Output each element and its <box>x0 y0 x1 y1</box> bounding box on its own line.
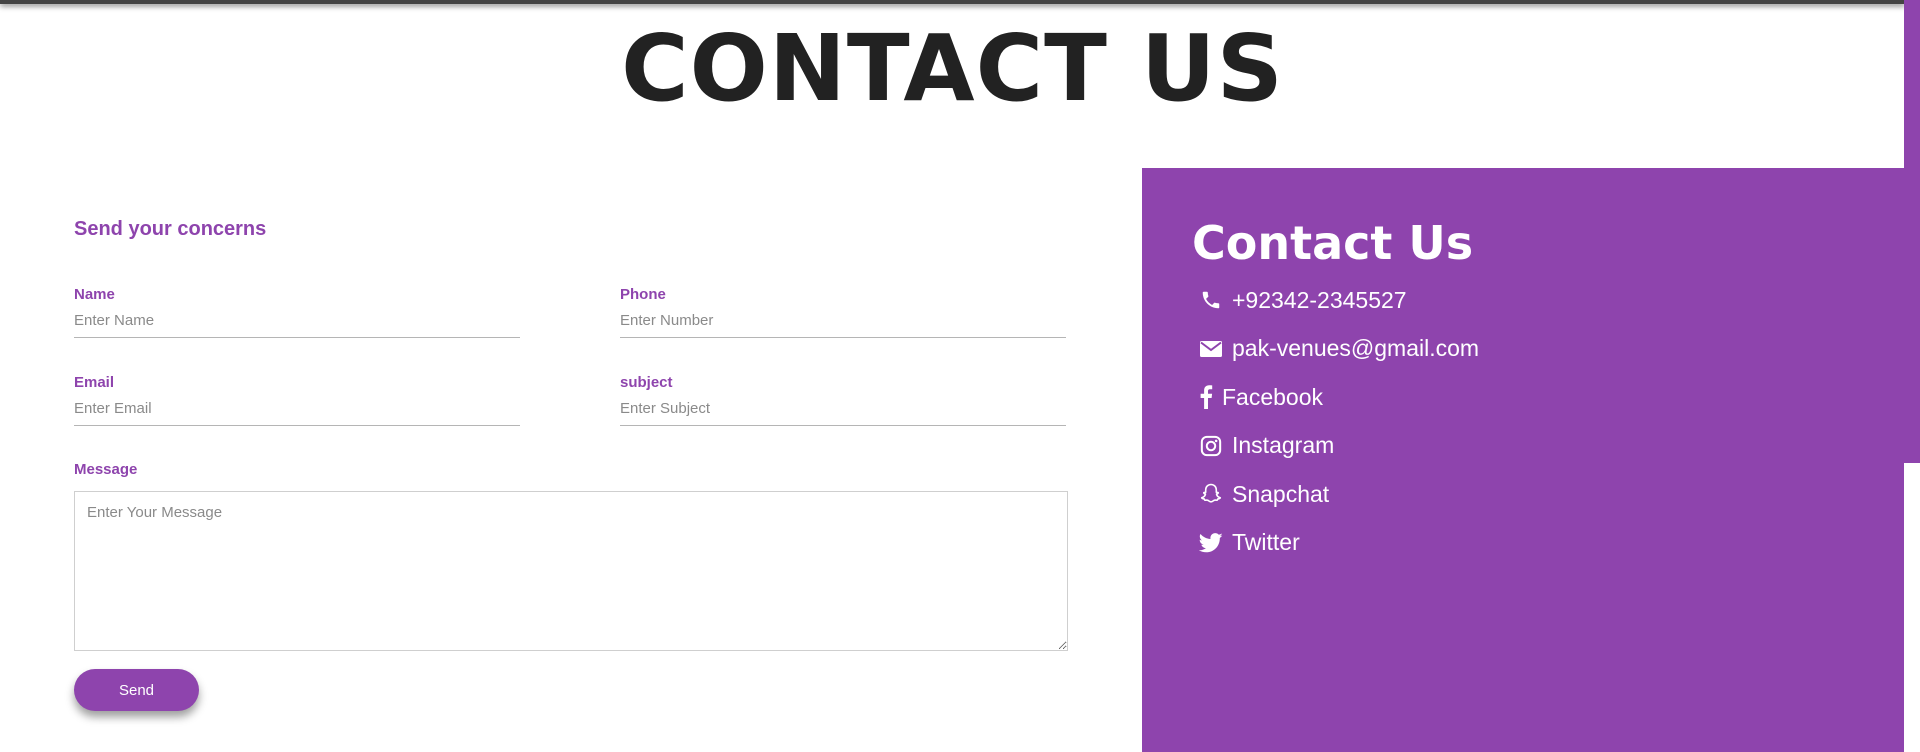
contact-list: +92342-2345527 pak-venues@gmail.com Face… <box>1198 276 1479 567</box>
contact-phone-text: +92342-2345527 <box>1232 286 1407 313</box>
contact-snapchat-text: Snapchat <box>1232 480 1330 507</box>
email-field: Email <box>74 374 520 426</box>
right-edge-strip <box>1904 0 1920 463</box>
subject-input[interactable] <box>620 394 1066 426</box>
contact-twitter-text: Twitter <box>1232 529 1300 556</box>
contact-panel: Contact Us +92342-2345527 pak-venues@gma… <box>1142 168 1904 752</box>
facebook-icon <box>1198 384 1214 410</box>
envelope-icon <box>1198 336 1224 362</box>
header-shadow-bar <box>0 0 1905 4</box>
phone-input[interactable] <box>620 306 1066 338</box>
contact-title: Contact Us <box>1192 216 1474 270</box>
message-label: Message <box>74 461 138 478</box>
phone-label: Phone <box>620 286 666 303</box>
phone-icon <box>1198 287 1224 313</box>
contact-item-phone[interactable]: +92342-2345527 <box>1198 276 1479 325</box>
contact-email-text: pak-venues@gmail.com <box>1232 335 1480 362</box>
contact-item-email[interactable]: pak-venues@gmail.com <box>1198 325 1479 374</box>
email-label: Email <box>74 374 115 391</box>
form-heading: Send your concerns <box>74 218 267 240</box>
email-input[interactable] <box>74 394 520 426</box>
phone-field: Phone <box>620 286 1066 338</box>
twitter-icon <box>1198 530 1224 556</box>
snapchat-icon <box>1198 481 1224 507</box>
instagram-icon <box>1198 433 1224 459</box>
send-button[interactable]: Send <box>74 669 199 711</box>
contact-facebook-text: Facebook <box>1222 383 1324 410</box>
subject-field: subject <box>620 374 1066 426</box>
contact-item-facebook[interactable]: Facebook <box>1198 373 1479 422</box>
message-textarea[interactable] <box>74 491 1068 651</box>
contact-instagram-text: Instagram <box>1232 432 1335 459</box>
name-label: Name <box>74 286 115 303</box>
subject-label: subject <box>620 374 673 391</box>
contact-item-instagram[interactable]: Instagram <box>1198 422 1479 471</box>
name-field: Name <box>74 286 520 338</box>
contact-item-snapchat[interactable]: Snapchat <box>1198 470 1479 519</box>
page-title: CONTACT US <box>621 15 1284 122</box>
name-input[interactable] <box>74 306 520 338</box>
contact-item-twitter[interactable]: Twitter <box>1198 519 1479 568</box>
